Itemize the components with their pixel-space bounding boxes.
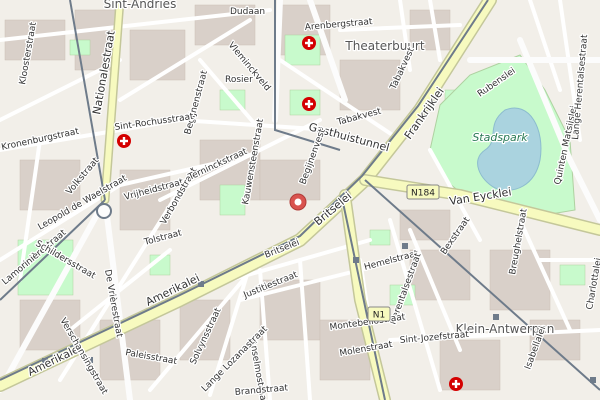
district-label-sint-andries: Sint-Andries (104, 0, 177, 11)
park-label-stadspark: Stadspark (472, 131, 528, 144)
shield-n184: N184 (406, 184, 440, 200)
road-label-dudaan: Dudaan (230, 7, 265, 17)
shield-n1: N1 (367, 306, 391, 322)
hospital-cross-icon[interactable] (117, 134, 131, 148)
svg-text:N184: N184 (411, 189, 435, 199)
roundabout (96, 203, 112, 219)
map-view[interactable]: Theaterbuurt Klein-Antwerpen Sint-Andrie… (0, 0, 600, 400)
location-pin-icon[interactable] (289, 193, 307, 211)
svg-text:N1: N1 (373, 311, 385, 321)
hospital-cross-icon[interactable] (302, 36, 316, 50)
map-canvas[interactable]: Theaterbuurt Klein-Antwerpen Sint-Andrie… (0, 0, 600, 400)
road-label-rosier: Rosier (225, 75, 253, 85)
hospital-cross-icon[interactable] (449, 377, 463, 391)
hospital-cross-icon[interactable] (302, 97, 316, 111)
